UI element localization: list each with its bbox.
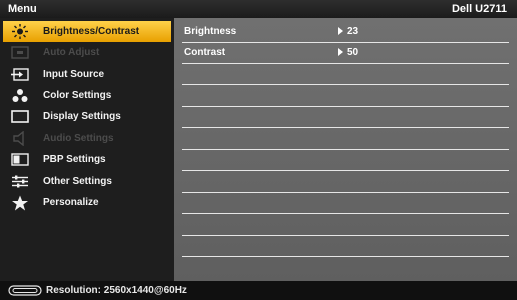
empty-row bbox=[182, 235, 509, 257]
brightness-row[interactable]: Brightness 23 bbox=[182, 21, 509, 43]
setting-value: 50 bbox=[338, 47, 358, 58]
sliders-icon bbox=[11, 174, 29, 189]
input-source-icon bbox=[11, 67, 29, 82]
sidebar-item-label: Input Source bbox=[43, 69, 105, 80]
resolution-text: Resolution: 2560x1440@60Hz bbox=[46, 285, 187, 296]
sidebar-item-audio-settings[interactable]: Audio Settings bbox=[3, 128, 171, 149]
empty-row bbox=[182, 171, 509, 193]
sidebar-item-label: Brightness/Contrast bbox=[43, 26, 140, 37]
status-bar: Resolution: 2560x1440@60Hz bbox=[0, 281, 517, 300]
empty-row bbox=[182, 192, 509, 214]
menu-sidebar: Brightness/Contrast Auto Adjust Input So… bbox=[0, 18, 174, 281]
sidebar-item-label: Other Settings bbox=[43, 176, 112, 187]
empty-row bbox=[182, 128, 509, 150]
auto-adjust-icon bbox=[11, 45, 29, 60]
star-icon bbox=[11, 195, 29, 210]
sidebar-item-label: Audio Settings bbox=[43, 133, 114, 144]
display-settings-icon bbox=[11, 109, 29, 124]
sidebar-item-label: PBP Settings bbox=[43, 154, 106, 165]
pbp-icon bbox=[11, 152, 29, 167]
speaker-icon bbox=[11, 131, 29, 146]
sidebar-item-pbp-settings[interactable]: PBP Settings bbox=[3, 149, 171, 170]
empty-row bbox=[182, 149, 509, 171]
empty-row bbox=[182, 63, 509, 85]
setting-label: Contrast bbox=[184, 47, 226, 58]
sidebar-item-label: Display Settings bbox=[43, 111, 121, 122]
empty-row bbox=[182, 214, 509, 236]
sidebar-item-auto-adjust[interactable]: Auto Adjust bbox=[3, 42, 171, 63]
empty-row bbox=[182, 85, 509, 107]
color-settings-icon bbox=[11, 88, 29, 103]
sidebar-item-other-settings[interactable]: Other Settings bbox=[3, 171, 171, 192]
setting-value: 23 bbox=[338, 26, 358, 37]
settings-panel: Brightness 23 Contrast 50 bbox=[174, 18, 517, 281]
sidebar-item-input-source[interactable]: Input Source bbox=[3, 64, 171, 85]
sidebar-item-label: Personalize bbox=[43, 197, 99, 208]
sidebar-item-brightness-contrast[interactable]: Brightness/Contrast bbox=[3, 21, 171, 42]
resolution-icon bbox=[8, 285, 42, 296]
brightness-icon bbox=[11, 24, 29, 39]
sidebar-item-personalize[interactable]: Personalize bbox=[3, 192, 171, 213]
monitor-model: Dell U2711 bbox=[451, 3, 507, 15]
sidebar-item-label: Color Settings bbox=[43, 90, 112, 101]
sidebar-item-display-settings[interactable]: Display Settings bbox=[3, 106, 171, 127]
empty-row bbox=[182, 106, 509, 128]
sidebar-item-color-settings[interactable]: Color Settings bbox=[3, 85, 171, 106]
menu-title: Menu bbox=[8, 3, 37, 15]
osd-header: Menu Dell U2711 bbox=[0, 0, 517, 18]
sidebar-item-label: Auto Adjust bbox=[43, 47, 100, 58]
monitor-osd: Menu Dell U2711 Brightness/Contrast Auto… bbox=[0, 0, 517, 300]
setting-label: Brightness bbox=[184, 26, 237, 37]
contrast-row[interactable]: Contrast 50 bbox=[182, 42, 509, 64]
